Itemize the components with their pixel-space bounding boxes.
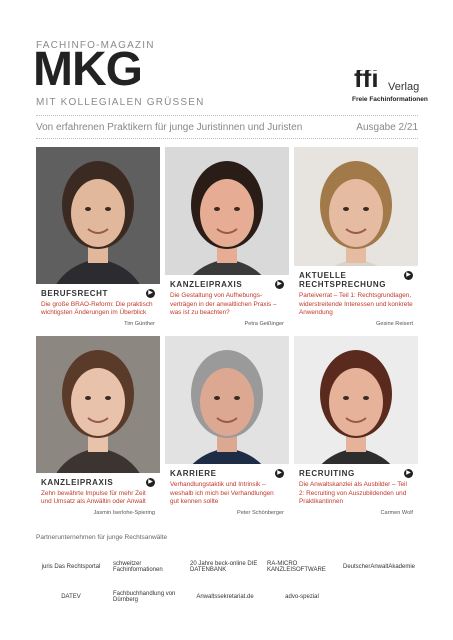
partner-logo-name: DeutscherAnwaltAkademie — [342, 564, 416, 570]
article-card[interactable]: KANZLEIPRAXIS ▶ Die Gestaltung von Aufhebu… — [165, 147, 289, 331]
article-caption: KANZLEIPRAXIS ▶ Die Gestaltung von Aufhebu… — [165, 274, 289, 331]
partner-logo-name: schweitzer Fachinformationen — [113, 561, 163, 573]
article-caption: KARRIERE ▶ Verhandlungstaktik und Intrinsi… — [165, 463, 289, 520]
article-card[interactable]: KANZLEIPRAXIS ▶ Zehn bewährte Impulse für … — [36, 336, 160, 520]
article-category: KANZLEIPRAXIS — [41, 477, 114, 487]
publisher-sub: Freie Fachinformationen — [352, 96, 428, 103]
partner-logo-name: 20 Jahre beck-online DIE DATENBANK — [190, 561, 258, 573]
article-teaser: Die Gestaltung von Aufhebungs-verträgen … — [170, 292, 277, 317]
subtitle: Von erfahrenen Praktikern für junge Juri… — [36, 122, 303, 133]
ffi-logo-mark-text: ffi — [354, 63, 379, 92]
arrow-right-icon[interactable]: ▶ — [275, 468, 284, 478]
article-author: Petra Geißinger — [244, 321, 284, 327]
article-teaser: Die große BRAO-Reform: Die praktisch wic… — [41, 300, 153, 317]
partner-logo[interactable]: DATEV — [36, 584, 106, 610]
partner-logo-name: juris Das Rechtsportal — [41, 564, 101, 570]
article-author: Jasmin Iserlohe-Spiering — [93, 510, 155, 516]
article-category: AKTUELLE RECHTSPRECHUNG — [299, 270, 387, 289]
arrow-right-icon[interactable]: ▶ — [146, 477, 155, 487]
article-caption: RECRUITING ▶ Die Anwaltskanzlei als Ausbil… — [294, 463, 418, 520]
tagline: MIT KOLLEGIALEN GRÜSSEN — [36, 97, 205, 108]
article-teaser: Die Anwaltskanzlei als Ausbilder – Teil … — [299, 481, 407, 506]
arrow-right-icon[interactable]: ▶ — [146, 288, 155, 298]
issue-number: Ausgabe 2/21 — [356, 122, 418, 133]
article-caption: AKTUELLE RECHTSPRECHUNG ▶ Parteiverrat – T… — [294, 265, 418, 331]
article-card[interactable]: RECRUITING ▶ Die Anwaltskanzlei als Ausbil… — [294, 336, 418, 520]
article-caption: BERUFSRECHT ▶ Die große BRAO-Reform: Die p… — [36, 283, 160, 331]
article-caption: KANZLEIPRAXIS ▶ Zehn bewährte Impulse für … — [36, 472, 160, 520]
article-teaser: Parteiverrat – Teil 1: Rechtsgrundlagen,… — [299, 292, 413, 317]
article-category: KARRIERE — [170, 468, 217, 478]
partners-label: Partnerunternehmen für junge Rechtsanwäl… — [36, 534, 168, 541]
article-category: RECRUITING — [299, 468, 355, 478]
partner-logo[interactable]: Fachbuchhandlung von Dürnberg — [113, 584, 183, 610]
partner-logo-name: DATEV — [61, 594, 81, 600]
publisher-logo: ffi Verlag Freie Fachinformationen — [352, 62, 428, 110]
article-card[interactable]: KARRIERE ▶ Verhandlungstaktik und Intrinsi… — [165, 336, 289, 520]
partner-logo[interactable]: juris Das Rechtsportal — [36, 554, 106, 580]
arrow-right-icon[interactable]: ▶ — [404, 468, 413, 478]
article-teaser: Verhandlungstaktik und Intrinsik – wesha… — [170, 481, 274, 506]
partner-logo-name: Anwaltssekretariat.de — [196, 594, 254, 600]
article-category: KANZLEIPRAXIS — [170, 279, 243, 289]
article-card[interactable]: BERUFSRECHT ▶ Die große BRAO-Reform: Die p… — [36, 147, 160, 331]
partner-logo-name: Fachbuchhandlung von Dürnberg — [113, 591, 176, 603]
article-author: Peter Schönberger — [237, 510, 284, 516]
partners-logos: juris Das Rechtsportal schweitzer Fachinf… — [36, 548, 418, 616]
article-teaser: Zehn bewährte Impulse für mehr Zeit und … — [41, 489, 146, 506]
article-author: Gesine Reisert — [376, 321, 413, 327]
partner-logo[interactable]: 20 Jahre beck-online DIE DATENBANK — [190, 554, 260, 580]
divider-bottom — [36, 138, 418, 139]
article-grid: BERUFSRECHT ▶ Die große BRAO-Reform: Die p… — [36, 147, 418, 520]
publisher-verlag: Verlag — [388, 81, 420, 93]
partner-logo[interactable]: advo-spezial — [267, 584, 337, 610]
partner-logo[interactable]: DeutscherAnwaltAkademie — [342, 554, 416, 580]
partner-logo[interactable]: Anwaltssekretariat.de — [190, 584, 260, 610]
partner-logo-name: RA-MICRO KANZLEISOFTWARE — [267, 561, 326, 573]
article-author: Tim Günther — [124, 321, 155, 327]
article-card[interactable]: AKTUELLE RECHTSPRECHUNG ▶ Parteiverrat – T… — [294, 147, 418, 331]
divider-top — [36, 115, 418, 116]
arrow-right-icon[interactable]: ▶ — [275, 279, 284, 289]
partner-logo-name: advo-spezial — [285, 594, 319, 600]
article-category: BERUFSRECHT — [41, 288, 109, 298]
partner-logo[interactable]: RA-MICRO KANZLEISOFTWARE — [267, 554, 337, 580]
article-author: Carmen Wolf — [380, 510, 413, 516]
masthead-title: MKG — [33, 43, 143, 96]
partner-logo[interactable]: schweitzer Fachinformationen — [113, 554, 183, 580]
arrow-right-icon[interactable]: ▶ — [404, 270, 413, 280]
